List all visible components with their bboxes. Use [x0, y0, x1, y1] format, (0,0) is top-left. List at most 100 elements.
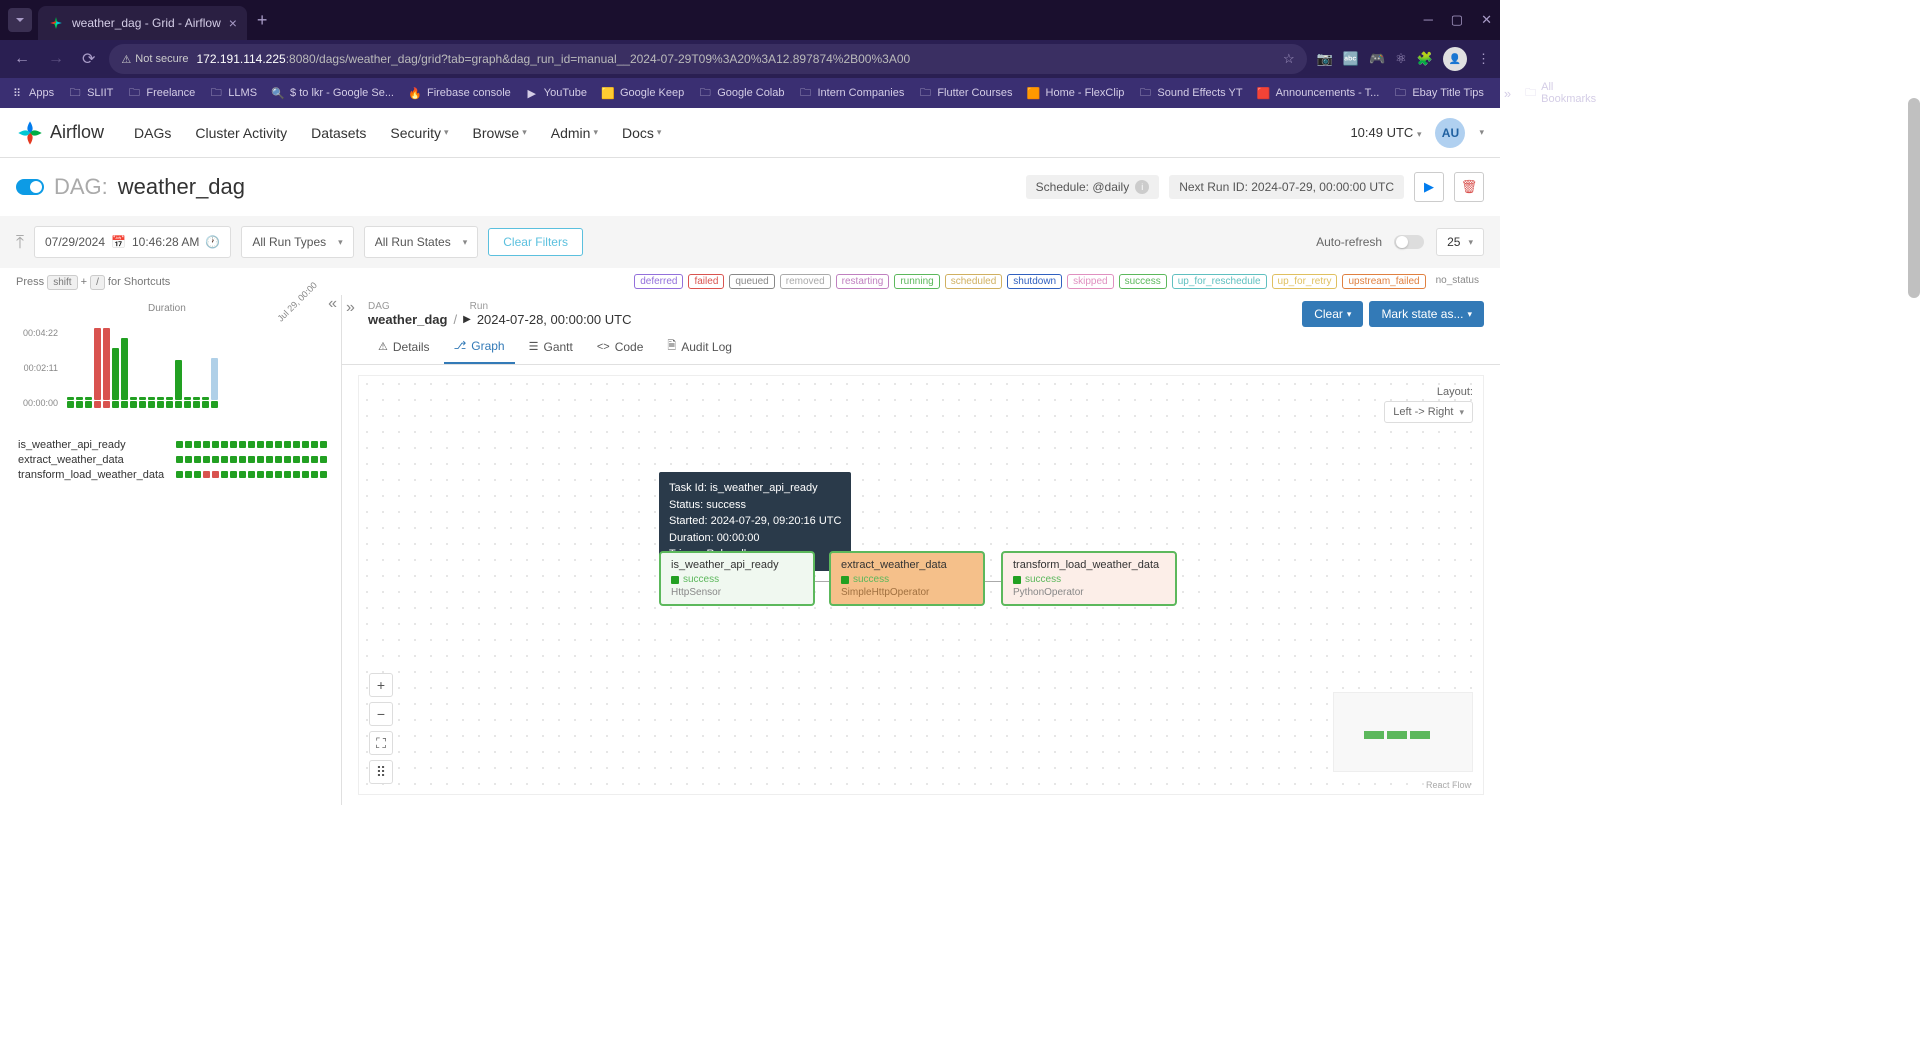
task-cell[interactable] [293, 456, 300, 463]
airflow-logo[interactable]: Airflow [16, 119, 104, 147]
bookmark-item[interactable]: 🗀LLMS [209, 86, 257, 100]
nav-item[interactable]: Security▾ [390, 125, 448, 141]
server-time[interactable]: 10:49 UTC ▾ [1350, 125, 1421, 140]
run-bar[interactable] [111, 348, 120, 408]
tab-close-icon[interactable]: × [229, 15, 237, 31]
bookmark-item[interactable]: ▶YouTube [525, 86, 587, 100]
task-cell[interactable] [230, 441, 237, 448]
bookmark-item[interactable]: 🟧Home - FlexClip [1027, 86, 1125, 100]
auto-refresh-toggle[interactable] [1394, 235, 1424, 249]
legend-pill[interactable]: skipped [1067, 274, 1113, 289]
task-cell[interactable] [194, 441, 201, 448]
bookmark-item[interactable]: 🗀Ebay Title Tips [1393, 86, 1484, 100]
view-tab[interactable]: ⚠Details [368, 329, 440, 364]
zoom-in-button[interactable]: + [369, 673, 393, 697]
legend-pill[interactable]: up_for_retry [1272, 274, 1338, 289]
run-bar[interactable] [138, 397, 147, 408]
tab-dropdown-button[interactable] [8, 8, 32, 32]
task-cell[interactable] [257, 441, 264, 448]
task-cell[interactable] [239, 456, 246, 463]
bookmark-item[interactable]: 🟨Google Keep [601, 86, 684, 100]
dag-toggle[interactable] [16, 179, 44, 195]
task-cell[interactable] [203, 456, 210, 463]
task-cell[interactable] [194, 456, 201, 463]
task-cell[interactable] [176, 456, 183, 463]
ext-icon[interactable]: 📷 [1317, 51, 1333, 67]
run-bar[interactable] [201, 397, 210, 408]
run-bar[interactable] [120, 338, 129, 408]
bookmark-item[interactable]: 🗀SLIIT [68, 86, 113, 100]
legend-pill[interactable]: success [1119, 274, 1167, 289]
zoom-out-button[interactable]: − [369, 702, 393, 726]
profile-avatar[interactable]: 👤 [1443, 47, 1467, 71]
expand-pane-icon[interactable]: » [346, 299, 355, 317]
clear-button[interactable]: Clear▾ [1302, 301, 1363, 327]
security-indicator[interactable]: ⚠ Not secure [121, 53, 188, 66]
nav-item[interactable]: DAGs [134, 125, 171, 141]
run-states-filter[interactable]: All Run States▾ [364, 226, 479, 258]
task-cell[interactable] [185, 441, 192, 448]
all-bookmarks[interactable]: 🗀All Bookmarks [1525, 81, 1596, 105]
date-filter[interactable]: 07/29/2024 📅 10:46:28 AM 🕐 [34, 226, 231, 258]
task-cell[interactable] [212, 471, 219, 478]
task-row[interactable]: transform_load_weather_data [18, 467, 331, 482]
task-cell[interactable] [284, 441, 291, 448]
run-bar[interactable] [84, 397, 93, 408]
nav-item[interactable]: Datasets [311, 125, 366, 141]
delete-dag-button[interactable]: 🗑 [1454, 172, 1484, 202]
task-cell[interactable] [221, 441, 228, 448]
page-size-select[interactable]: 25▾ [1436, 228, 1484, 256]
nav-item[interactable]: Admin▾ [551, 125, 598, 141]
graph-node[interactable]: extract_weather_data success SimpleHttpO… [829, 551, 985, 606]
run-bar[interactable] [156, 397, 165, 408]
new-tab-button[interactable]: + [257, 10, 268, 31]
run-bar[interactable] [210, 358, 219, 408]
task-cell[interactable] [311, 456, 318, 463]
task-cell[interactable] [221, 471, 228, 478]
task-cell[interactable] [275, 456, 282, 463]
task-cell[interactable] [257, 471, 264, 478]
run-bar[interactable] [165, 397, 174, 408]
task-cell[interactable] [284, 471, 291, 478]
bookmark-item[interactable]: ⠿Apps [10, 86, 54, 100]
maximize-icon[interactable]: ▢ [1451, 12, 1463, 28]
bookmark-item[interactable]: 🔥Firebase console [408, 86, 511, 100]
task-cell[interactable] [176, 471, 183, 478]
browser-tab[interactable]: weather_dag - Grid - Airflow × [38, 6, 247, 40]
bookmark-item[interactable]: 🟥Announcements - T... [1257, 86, 1380, 100]
minimize-icon[interactable]: ─ [1424, 12, 1433, 28]
task-cell[interactable] [230, 471, 237, 478]
graph-node[interactable]: transform_load_weather_data success Pyth… [1001, 551, 1177, 606]
view-tab[interactable]: ⎇Graph [444, 329, 515, 364]
extensions-icon[interactable]: 🧩 [1417, 51, 1433, 67]
task-cell[interactable] [293, 441, 300, 448]
nav-item[interactable]: Browse▾ [473, 125, 527, 141]
task-cell[interactable] [176, 441, 183, 448]
run-bar[interactable] [147, 397, 156, 408]
trigger-dag-button[interactable]: ▶ [1414, 172, 1444, 202]
crumb-dag-name[interactable]: weather_dag [368, 312, 447, 327]
task-row[interactable]: extract_weather_data [18, 452, 331, 467]
schedule-badge[interactable]: Schedule: @dailyi [1026, 175, 1160, 199]
legend-pill[interactable]: queued [729, 274, 774, 289]
task-cell[interactable] [284, 456, 291, 463]
bookmark-item[interactable]: 🗀Google Colab [698, 86, 784, 100]
next-run-badge[interactable]: Next Run ID: 2024-07-29, 00:00:00 UTC [1169, 175, 1404, 199]
task-cell[interactable] [230, 456, 237, 463]
task-cell[interactable] [221, 456, 228, 463]
minimap[interactable] [1333, 692, 1473, 772]
task-cell[interactable] [257, 456, 264, 463]
task-cell[interactable] [239, 471, 246, 478]
bookmark-item[interactable]: 🗀Freelance [127, 86, 195, 100]
run-bar[interactable] [75, 397, 84, 408]
run-types-filter[interactable]: All Run Types▾ [241, 226, 353, 258]
ext-icon[interactable]: ⚛ [1395, 51, 1407, 67]
view-tab[interactable]: <>Code [587, 329, 654, 364]
run-bar[interactable] [93, 328, 102, 408]
legend-pill[interactable]: no_status [1431, 274, 1484, 289]
legend-pill[interactable]: up_for_reschedule [1172, 274, 1267, 289]
forward-button[interactable]: → [44, 46, 68, 72]
run-bar[interactable] [183, 397, 192, 408]
nav-item[interactable]: Cluster Activity [195, 125, 287, 141]
legend-pill[interactable]: deferred [634, 274, 683, 289]
